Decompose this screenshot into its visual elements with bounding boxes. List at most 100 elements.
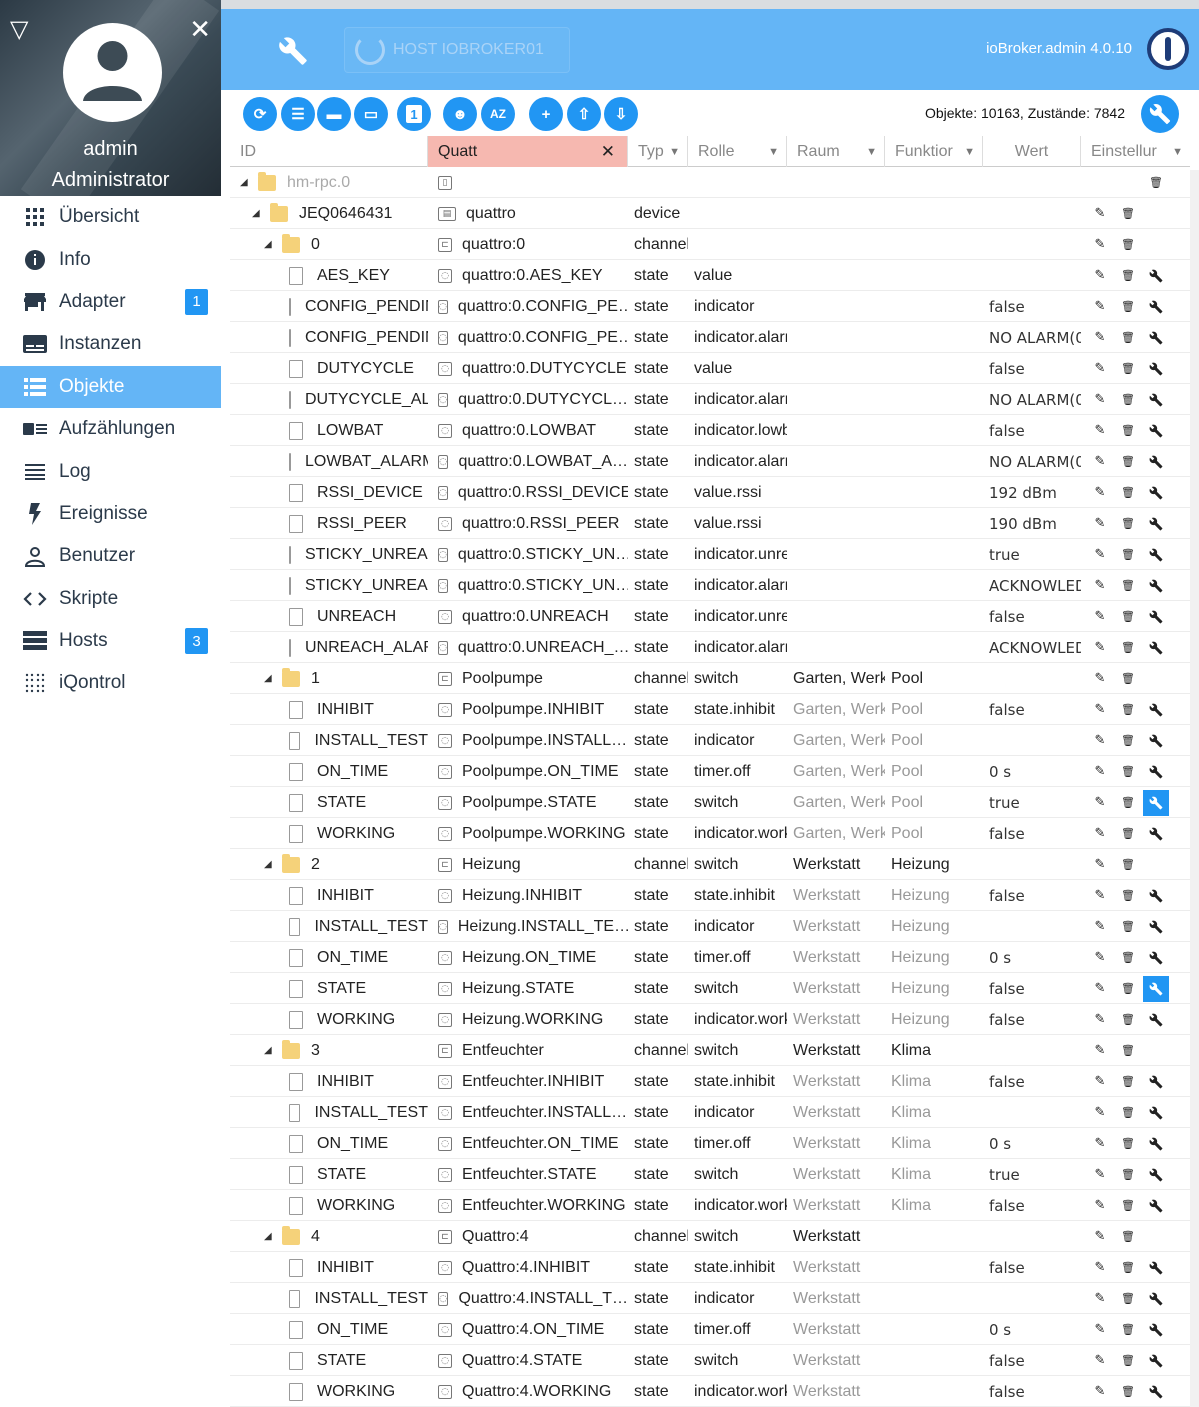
- wrench-icon[interactable]: [1143, 945, 1169, 971]
- object-value[interactable]: true: [983, 787, 1081, 818]
- column-type-header[interactable]: Typ ▼: [628, 136, 688, 167]
- expand-toggle-icon[interactable]: ◢: [252, 208, 262, 219]
- delete-icon[interactable]: 🗑: [1115, 232, 1141, 258]
- table-row[interactable]: ◢ 3 ⊏ Entfeuchter channel switch Werkstatt Klim…: [230, 1035, 1190, 1066]
- table-row[interactable]: ◢ 0 ⊏ quattro:0 channel ✎ 🗑: [230, 229, 1190, 260]
- table-row[interactable]: STATE ◌ Entfeuchter.STATE state switch Werkst…: [230, 1159, 1190, 1190]
- table-row[interactable]: ON_TIME ◌ Poolpumpe.ON_TIME state timer.off G…: [230, 756, 1190, 787]
- edit-icon[interactable]: ✎: [1087, 728, 1113, 754]
- delete-icon[interactable]: 🗑: [1115, 480, 1141, 506]
- sidebar-item-adapter[interactable]: Adapter 1: [0, 281, 221, 323]
- menu-toggle-icon[interactable]: ▽: [10, 18, 28, 42]
- settings-button[interactable]: [1141, 95, 1179, 133]
- table-row[interactable]: ON_TIME ◌ Entfeuchter.ON_TIME state timer.of…: [230, 1128, 1190, 1159]
- delete-icon[interactable]: 🗑: [1115, 883, 1141, 909]
- edit-icon[interactable]: ✎: [1087, 790, 1113, 816]
- object-value[interactable]: 0 s: [983, 756, 1081, 787]
- delete-icon[interactable]: 🗑: [1115, 1069, 1141, 1095]
- delete-icon[interactable]: 🗑: [1115, 821, 1141, 847]
- object-value[interactable]: false: [983, 415, 1081, 446]
- table-row[interactable]: WORKING ◌ Entfeuchter.WORKING state indicato…: [230, 1190, 1190, 1221]
- edit-icon[interactable]: ✎: [1087, 821, 1113, 847]
- column-settings-header[interactable]: Einstellur ▼: [1081, 136, 1190, 167]
- sidebar-item--bersicht[interactable]: Übersicht: [0, 196, 221, 238]
- table-row[interactable]: LOWBAT ◌ quattro:0.LOWBAT state indicator.lo…: [230, 415, 1190, 446]
- delete-icon[interactable]: 🗑: [1115, 1131, 1141, 1157]
- expand-toggle-icon[interactable]: ◢: [264, 859, 274, 870]
- download-button[interactable]: ⇩: [604, 97, 638, 131]
- edit-icon[interactable]: ✎: [1087, 294, 1113, 320]
- folder-open-button[interactable]: ▭: [354, 97, 388, 131]
- object-value[interactable]: ACKNOWLEDGED: [983, 632, 1081, 663]
- table-row[interactable]: UNREACH ◌ quattro:0.UNREACH state indicator.…: [230, 601, 1190, 632]
- expert-button[interactable]: ☻: [443, 97, 477, 131]
- edit-icon[interactable]: ✎: [1087, 1224, 1113, 1250]
- delete-icon[interactable]: 🗑: [1115, 697, 1141, 723]
- wrench-icon[interactable]: [1143, 511, 1169, 537]
- edit-icon[interactable]: ✎: [1087, 945, 1113, 971]
- wrench-icon[interactable]: [1143, 1100, 1169, 1126]
- wrench-icon[interactable]: [1143, 1255, 1169, 1281]
- delete-icon[interactable]: 🗑: [1115, 604, 1141, 630]
- table-row[interactable]: STICKY_UNREACH ◌ quattro:0.STICKY_UN… state…: [230, 539, 1190, 570]
- edit-icon[interactable]: ✎: [1087, 1038, 1113, 1064]
- delete-icon[interactable]: 🗑: [1115, 759, 1141, 785]
- wrench-icon[interactable]: [1143, 789, 1169, 816]
- delete-icon[interactable]: 🗑: [1115, 976, 1141, 1002]
- list-view-button[interactable]: ☰: [281, 97, 315, 131]
- object-value[interactable]: NO ALARM(0): [983, 446, 1081, 477]
- table-row[interactable]: INHIBIT ◌ Poolpumpe.INHIBIT state state.inhi…: [230, 694, 1190, 725]
- sort-az-button[interactable]: AZ: [481, 97, 515, 131]
- edit-icon[interactable]: ✎: [1087, 1286, 1113, 1312]
- object-value[interactable]: false: [983, 818, 1081, 849]
- name-filter-input[interactable]: Quatt ✕: [428, 136, 628, 167]
- edit-icon[interactable]: ✎: [1087, 1193, 1113, 1219]
- delete-icon[interactable]: 🗑: [1115, 356, 1141, 382]
- wrench-icon[interactable]: [1143, 1317, 1169, 1343]
- wrench-icon[interactable]: [1143, 1131, 1169, 1157]
- wrench-icon[interactable]: [1143, 975, 1169, 1002]
- delete-icon[interactable]: 🗑: [1115, 790, 1141, 816]
- edit-icon[interactable]: ✎: [1087, 1007, 1113, 1033]
- wrench-icon[interactable]: [278, 36, 308, 71]
- table-row[interactable]: INHIBIT ◌ Entfeuchter.INHIBIT state state.in…: [230, 1066, 1190, 1097]
- object-value[interactable]: 190 dBm: [983, 508, 1081, 539]
- wrench-icon[interactable]: [1143, 1379, 1169, 1405]
- table-row[interactable]: STATE ◌ Poolpumpe.STATE state switch Garten, …: [230, 787, 1190, 818]
- delete-icon[interactable]: 🗑: [1115, 325, 1141, 351]
- sidebar-item-iqontrol[interactable]: iQontrol: [0, 662, 221, 704]
- delete-icon[interactable]: 🗑: [1115, 1007, 1141, 1033]
- object-value[interactable]: NO ALARM(0): [983, 384, 1081, 415]
- table-row[interactable]: RSSI_PEER ◌ quattro:0.RSSI_PEER state value.…: [230, 508, 1190, 539]
- sidebar-item-benutzer[interactable]: Benutzer: [0, 535, 221, 577]
- edit-icon[interactable]: ✎: [1087, 511, 1113, 537]
- sidebar-item-info[interactable]: Info: [0, 238, 221, 280]
- table-row[interactable]: INSTALL_TEST ◌ Poolpumpe.INSTALL… state indi…: [230, 725, 1190, 756]
- delete-icon[interactable]: 🗑: [1115, 511, 1141, 537]
- object-value[interactable]: [983, 198, 1081, 229]
- delete-icon[interactable]: 🗑: [1115, 294, 1141, 320]
- object-value[interactable]: [983, 1035, 1081, 1066]
- delete-icon[interactable]: 🗑: [1115, 1162, 1141, 1188]
- delete-icon[interactable]: 🗑: [1115, 1255, 1141, 1281]
- edit-icon[interactable]: ✎: [1087, 976, 1113, 1002]
- delete-icon[interactable]: 🗑: [1115, 1224, 1141, 1250]
- delete-icon[interactable]: 🗑: [1115, 1317, 1141, 1343]
- sidebar-item-ereignisse[interactable]: Ereignisse: [0, 493, 221, 535]
- wrench-icon[interactable]: [1143, 356, 1169, 382]
- table-row[interactable]: LOWBAT_ALARM ◌ quattro:0.LOWBAT_A… state ind…: [230, 446, 1190, 477]
- table-row[interactable]: ◢ JEQ0646431 ▤ quattro device ✎ 🗑: [230, 198, 1190, 229]
- edit-icon[interactable]: ✎: [1087, 542, 1113, 568]
- table-row[interactable]: STATE ◌ Quattro:4.STATE state switch Werkstat…: [230, 1345, 1190, 1376]
- object-value[interactable]: 192 dBm: [983, 477, 1081, 508]
- close-icon[interactable]: ✕: [189, 16, 211, 42]
- object-value[interactable]: false: [983, 1345, 1081, 1376]
- edit-icon[interactable]: ✎: [1087, 635, 1113, 661]
- edit-icon[interactable]: ✎: [1087, 449, 1113, 475]
- wrench-icon[interactable]: [1143, 604, 1169, 630]
- number-button[interactable]: 1: [397, 97, 431, 131]
- object-value[interactable]: [983, 1283, 1081, 1314]
- edit-icon[interactable]: ✎: [1087, 1131, 1113, 1157]
- object-value[interactable]: [983, 260, 1081, 291]
- clear-filter-icon[interactable]: ✕: [601, 142, 615, 162]
